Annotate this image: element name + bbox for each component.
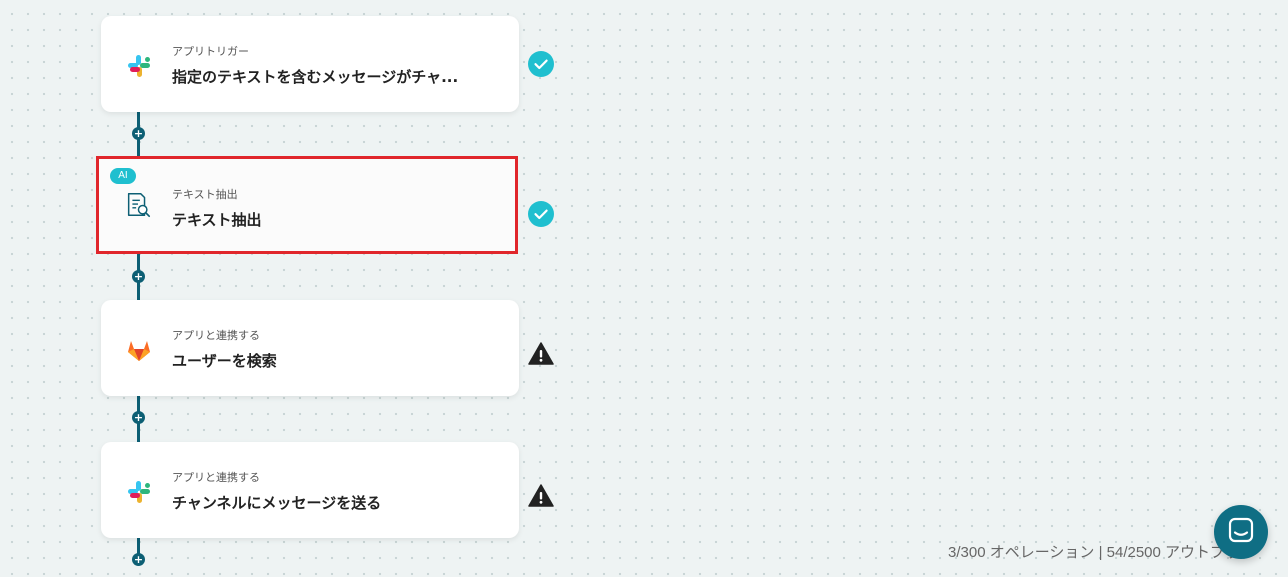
warning-icon	[528, 483, 554, 509]
step-title: 指定のテキストを含むメッセージがチャ...	[172, 68, 459, 86]
chat-icon	[1228, 517, 1254, 547]
step-subtitle: アプリと連携する	[172, 471, 260, 484]
flow-step-slack-send-message[interactable]: アプリと連携する チャンネルにメッセージを送る	[101, 442, 519, 538]
slack-icon	[125, 52, 153, 80]
chat-support-button[interactable]	[1214, 505, 1268, 559]
step-subtitle: テキスト抽出	[172, 188, 238, 201]
step-subtitle: アプリトリガー	[172, 45, 249, 58]
usage-counter: 3/300 オペレーション | 54/2500 アウトプット	[948, 544, 1256, 561]
step-title: チャンネルにメッセージを送る	[172, 494, 382, 512]
flow-step-text-extraction[interactable]: AI テキスト抽出 テキスト抽出	[96, 156, 518, 254]
add-step-button[interactable]: +	[132, 553, 145, 566]
step-title: ユーザーを検索	[172, 352, 277, 370]
check-icon	[528, 201, 554, 227]
add-step-button[interactable]: +	[132, 270, 145, 283]
slack-icon	[125, 478, 153, 506]
add-step-button[interactable]: +	[132, 127, 145, 140]
warning-icon	[528, 341, 554, 367]
step-subtitle: アプリと連携する	[172, 329, 260, 342]
flow-step-slack-trigger[interactable]: アプリトリガー 指定のテキストを含むメッセージがチャ...	[101, 16, 519, 112]
add-step-button[interactable]: +	[132, 411, 145, 424]
gitlab-icon	[125, 336, 153, 364]
step-title: テキスト抽出	[172, 211, 262, 229]
flow-canvas: + + + + アプリトリガー 指定のテキストを含むメッセージがチャ... AI…	[0, 0, 1288, 577]
check-icon	[528, 51, 554, 77]
document-search-icon	[124, 191, 152, 219]
flow-step-gitlab-search-user[interactable]: アプリと連携する ユーザーを検索	[101, 300, 519, 396]
ai-badge: AI	[110, 168, 136, 184]
